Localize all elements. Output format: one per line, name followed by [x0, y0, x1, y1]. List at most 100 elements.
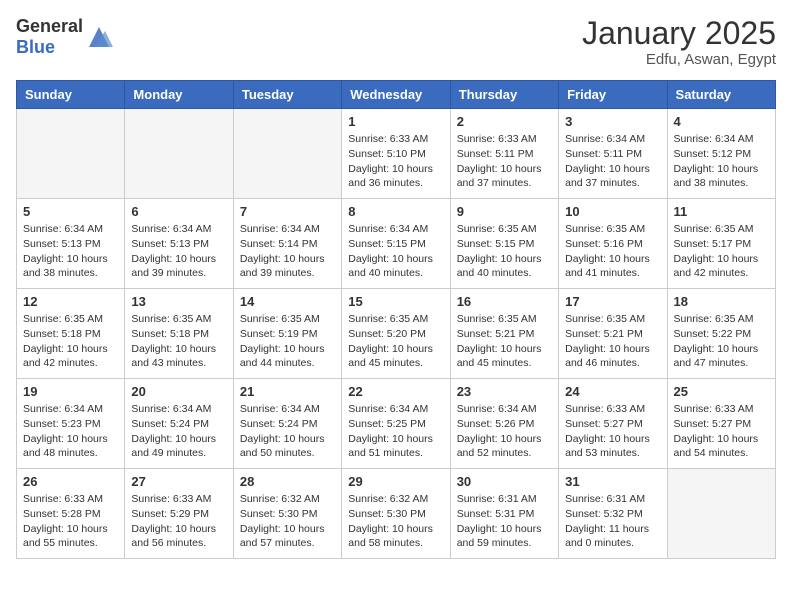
day-info: Sunrise: 6:35 AMSunset: 5:21 PMDaylight:…	[565, 312, 660, 371]
calendar-cell: 9 Sunrise: 6:35 AMSunset: 5:15 PMDaylight…	[450, 199, 558, 289]
calendar-cell: 11Sunrise: 6:35 AMSunset: 5:17 PMDayligh…	[667, 199, 775, 289]
calendar-cell: 23Sunrise: 6:34 AMSunset: 5:26 PMDayligh…	[450, 379, 558, 469]
day-info: Sunrise: 6:35 AMSunset: 5:18 PMDaylight:…	[131, 312, 226, 371]
day-info: Sunrise: 6:34 AMSunset: 5:23 PMDaylight:…	[23, 402, 118, 461]
calendar-cell: 13 Sunrise: 6:35 AMSunset: 5:18 PMDayligh…	[125, 289, 233, 379]
calendar-cell: 15 Sunrise: 6:35 AMSunset: 5:20 PMDayligh…	[342, 289, 450, 379]
calendar-cell: 10 Sunrise: 6:35 AMSunset: 5:16 PMDayligh…	[559, 199, 667, 289]
day-info: Sunrise: 6:32 AMSunset: 5:30 PMDaylight:…	[240, 492, 335, 551]
calendar-cell	[233, 109, 341, 199]
day-number: 23	[457, 384, 552, 399]
logo-text: General Blue	[16, 16, 83, 58]
day-number: 18	[674, 294, 769, 309]
calendar-cell: 4 Sunrise: 6:34 AMSunset: 5:12 PMDaylight…	[667, 109, 775, 199]
day-number: 27	[131, 474, 226, 489]
calendar-cell: 20 Sunrise: 6:34 AMSunset: 5:24 PMDayligh…	[125, 379, 233, 469]
day-number: 9	[457, 204, 552, 219]
day-info: Sunrise: 6:34 AMSunset: 5:12 PMDaylight:…	[674, 132, 769, 191]
calendar-cell: 25 Sunrise: 6:33 AMSunset: 5:27 PMDayligh…	[667, 379, 775, 469]
page-header: General Blue January 2025 Edfu, Aswan, E…	[16, 16, 776, 68]
calendar-cell: 24Sunrise: 6:33 AMSunset: 5:27 PMDayligh…	[559, 379, 667, 469]
day-info: Sunrise: 6:31 AMSunset: 5:32 PMDaylight:…	[565, 492, 660, 551]
day-number: 22	[348, 384, 443, 399]
day-info: Sunrise: 6:35 AMSunset: 5:21 PMDaylight:…	[457, 312, 552, 371]
day-info: Sunrise: 6:34 AMSunset: 5:24 PMDaylight:…	[131, 402, 226, 461]
day-number: 16	[457, 294, 552, 309]
weekday-header-monday: Monday	[125, 81, 233, 109]
day-info: Sunrise: 6:35 AMSunset: 5:20 PMDaylight:…	[348, 312, 443, 371]
logo-blue: Blue	[16, 37, 55, 57]
day-number: 14	[240, 294, 335, 309]
day-number: 24	[565, 384, 660, 399]
day-number: 13	[131, 294, 226, 309]
calendar-cell: 3Sunrise: 6:34 AMSunset: 5:11 PMDaylight…	[559, 109, 667, 199]
day-number: 6	[131, 204, 226, 219]
day-info: Sunrise: 6:35 AMSunset: 5:17 PMDaylight:…	[674, 222, 769, 281]
day-number: 30	[457, 474, 552, 489]
logo-icon	[85, 23, 113, 51]
day-info: Sunrise: 6:33 AMSunset: 5:28 PMDaylight:…	[23, 492, 118, 551]
day-number: 15	[348, 294, 443, 309]
calendar-cell: 21 Sunrise: 6:34 AMSunset: 5:24 PMDayligh…	[233, 379, 341, 469]
day-info: Sunrise: 6:33 AMSunset: 5:29 PMDaylight:…	[131, 492, 226, 551]
calendar-cell	[17, 109, 125, 199]
calendar-cell: 14 Sunrise: 6:35 AMSunset: 5:19 PMDayligh…	[233, 289, 341, 379]
logo: General Blue	[16, 16, 113, 58]
calendar-cell: 19 Sunrise: 6:34 AMSunset: 5:23 PMDayligh…	[17, 379, 125, 469]
day-info: Sunrise: 6:35 AMSunset: 5:15 PMDaylight:…	[457, 222, 552, 281]
day-number: 19	[23, 384, 118, 399]
title-block: January 2025 Edfu, Aswan, Egypt	[582, 16, 776, 68]
day-info: Sunrise: 6:34 AMSunset: 5:13 PMDaylight:…	[23, 222, 118, 281]
calendar-cell: 7Sunrise: 6:34 AMSunset: 5:14 PMDaylight…	[233, 199, 341, 289]
weekday-header-friday: Friday	[559, 81, 667, 109]
week-row-5: 26Sunrise: 6:33 AMSunset: 5:28 PMDayligh…	[17, 469, 776, 559]
calendar-subtitle: Edfu, Aswan, Egypt	[582, 51, 776, 68]
day-number: 17	[565, 294, 660, 309]
day-info: Sunrise: 6:34 AMSunset: 5:25 PMDaylight:…	[348, 402, 443, 461]
weekday-header-saturday: Saturday	[667, 81, 775, 109]
weekday-header-row: SundayMondayTuesdayWednesdayThursdayFrid…	[17, 81, 776, 109]
day-number: 25	[674, 384, 769, 399]
logo-general: General	[16, 16, 83, 36]
calendar-cell: 27 Sunrise: 6:33 AMSunset: 5:29 PMDayligh…	[125, 469, 233, 559]
calendar-cell: 18 Sunrise: 6:35 AMSunset: 5:22 PMDayligh…	[667, 289, 775, 379]
day-number: 29	[348, 474, 443, 489]
day-info: Sunrise: 6:35 AMSunset: 5:22 PMDaylight:…	[674, 312, 769, 371]
calendar-cell: 29 Sunrise: 6:32 AMSunset: 5:30 PMDayligh…	[342, 469, 450, 559]
day-info: Sunrise: 6:35 AMSunset: 5:19 PMDaylight:…	[240, 312, 335, 371]
week-row-4: 19 Sunrise: 6:34 AMSunset: 5:23 PMDayligh…	[17, 379, 776, 469]
day-number: 28	[240, 474, 335, 489]
calendar-cell: 26Sunrise: 6:33 AMSunset: 5:28 PMDayligh…	[17, 469, 125, 559]
week-row-3: 12Sunrise: 6:35 AMSunset: 5:18 PMDayligh…	[17, 289, 776, 379]
day-number: 20	[131, 384, 226, 399]
day-info: Sunrise: 6:34 AMSunset: 5:14 PMDaylight:…	[240, 222, 335, 281]
week-row-2: 5 Sunrise: 6:34 AMSunset: 5:13 PMDaylight…	[17, 199, 776, 289]
day-number: 21	[240, 384, 335, 399]
calendar-cell: 6 Sunrise: 6:34 AMSunset: 5:13 PMDaylight…	[125, 199, 233, 289]
day-info: Sunrise: 6:34 AMSunset: 5:13 PMDaylight:…	[131, 222, 226, 281]
day-number: 8	[348, 204, 443, 219]
day-info: Sunrise: 6:31 AMSunset: 5:31 PMDaylight:…	[457, 492, 552, 551]
day-number: 31	[565, 474, 660, 489]
day-number: 5	[23, 204, 118, 219]
day-number: 4	[674, 114, 769, 129]
day-info: Sunrise: 6:34 AMSunset: 5:11 PMDaylight:…	[565, 132, 660, 191]
day-info: Sunrise: 6:32 AMSunset: 5:30 PMDaylight:…	[348, 492, 443, 551]
weekday-header-wednesday: Wednesday	[342, 81, 450, 109]
calendar-cell: 30 Sunrise: 6:31 AMSunset: 5:31 PMDayligh…	[450, 469, 558, 559]
calendar-cell: 5 Sunrise: 6:34 AMSunset: 5:13 PMDaylight…	[17, 199, 125, 289]
calendar-table: SundayMondayTuesdayWednesdayThursdayFrid…	[16, 80, 776, 559]
day-info: Sunrise: 6:33 AMSunset: 5:27 PMDaylight:…	[674, 402, 769, 461]
calendar-title: January 2025	[582, 16, 776, 51]
day-info: Sunrise: 6:35 AMSunset: 5:16 PMDaylight:…	[565, 222, 660, 281]
calendar-cell: 12Sunrise: 6:35 AMSunset: 5:18 PMDayligh…	[17, 289, 125, 379]
calendar-cell: 2Sunrise: 6:33 AMSunset: 5:11 PMDaylight…	[450, 109, 558, 199]
day-info: Sunrise: 6:34 AMSunset: 5:24 PMDaylight:…	[240, 402, 335, 461]
calendar-cell: 8 Sunrise: 6:34 AMSunset: 5:15 PMDaylight…	[342, 199, 450, 289]
day-number: 10	[565, 204, 660, 219]
calendar-cell	[125, 109, 233, 199]
weekday-header-tuesday: Tuesday	[233, 81, 341, 109]
day-info: Sunrise: 6:34 AMSunset: 5:15 PMDaylight:…	[348, 222, 443, 281]
calendar-cell: 28 Sunrise: 6:32 AMSunset: 5:30 PMDayligh…	[233, 469, 341, 559]
weekday-header-sunday: Sunday	[17, 81, 125, 109]
